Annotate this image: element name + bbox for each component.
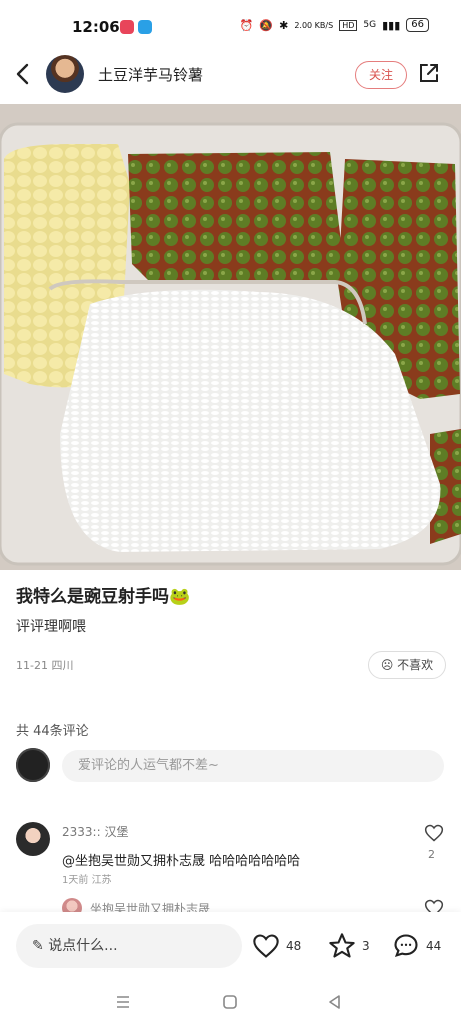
menu-button[interactable] [113, 992, 133, 1012]
dislike-label: 不喜欢 [397, 658, 434, 672]
heart-icon [253, 934, 279, 958]
post-title: 我特么是豌豆射手吗🐸 [16, 587, 191, 607]
post-meta: 11-21 四川 [16, 657, 73, 673]
signal-icon: ▮▮▮ [382, 18, 401, 32]
heart-icon [424, 824, 444, 842]
commenter-avatar[interactable] [16, 822, 50, 856]
author-avatar[interactable] [46, 55, 84, 93]
status-bar: 12:06 ⏰ 🔕 ✱ 2.00 KB/S HD 5G ▮▮▮ 66 [0, 0, 461, 52]
commenter-name[interactable]: 2333:: 汉堡 [62, 823, 128, 840]
comments-button[interactable]: 44 [392, 932, 441, 960]
frown-icon: ☹ [380, 658, 394, 672]
mute-icon: 🔕 [259, 18, 274, 32]
triangle-back-icon [329, 995, 340, 1009]
hd-badge: HD [339, 19, 358, 31]
comment-icon [394, 934, 418, 957]
share-button[interactable] [418, 62, 440, 84]
post-photo[interactable] [0, 104, 461, 570]
net-speed: 2.00 KB/S [294, 20, 334, 30]
bottom-action-bar: ✎ 说点什么... 48 3 44 [0, 912, 461, 982]
dislike-button[interactable]: ☹ 不喜欢 [368, 651, 446, 679]
battery-icon: 66 [406, 18, 429, 32]
comment-time: 1天前 [62, 875, 89, 886]
comment-content: 哈哈哈哈哈哈哈 [209, 854, 301, 869]
message-notification-icon [138, 20, 152, 34]
pencil-icon: ✎ [32, 938, 44, 954]
food-tray-image [0, 104, 461, 570]
like-count: 48 [286, 939, 302, 953]
star-count: 3 [362, 939, 370, 953]
comment-like-count: 2 [428, 848, 435, 861]
app-notification-icon [120, 20, 134, 34]
post-location: 四川 [51, 659, 74, 672]
like-button[interactable]: 48 [252, 932, 301, 960]
follow-button[interactable]: 关注 [355, 61, 407, 89]
home-button[interactable] [220, 992, 240, 1012]
post-body: 评评理啊喂 [16, 619, 86, 635]
comment-total: 44 [426, 939, 442, 953]
nav-back-button[interactable] [325, 992, 345, 1012]
post-header: 土豆洋芋马铃薯 关注 [0, 52, 461, 100]
say-something-input[interactable]: ✎ 说点什么... [16, 924, 242, 968]
my-avatar [16, 748, 50, 782]
share-icon [420, 64, 438, 82]
comment-like-button[interactable] [424, 823, 444, 843]
star-icon [329, 933, 355, 958]
comment-text: @坐抱吴世勋又拥朴志晟 哈哈哈哈哈哈哈 [62, 850, 300, 869]
alarm-icon: ⏰ [239, 18, 254, 32]
comment-input[interactable]: 爱评论的人运气都不差~ [62, 750, 444, 782]
home-icon [223, 995, 237, 1009]
system-nav-bar [0, 982, 461, 1024]
status-time: 12:06 [72, 18, 120, 36]
signal-label: 5G [363, 20, 377, 30]
bluetooth-icon: ✱ [279, 18, 289, 32]
back-button[interactable] [12, 60, 34, 88]
comment-meta: 1天前 江苏 [62, 871, 112, 886]
menu-icon [117, 996, 129, 1008]
post-date: 11-21 [16, 659, 48, 672]
chevron-left-icon [16, 63, 29, 85]
comment-location: 江苏 [91, 875, 112, 886]
say-placeholder: 说点什么... [48, 938, 118, 954]
status-indicators: ⏰ 🔕 ✱ 2.00 KB/S HD 5G ▮▮▮ 66 [240, 18, 429, 32]
comment-count: 共 44条评论 [16, 724, 89, 739]
comment-mention[interactable]: @坐抱吴世勋又拥朴志晟 [62, 854, 205, 869]
star-button[interactable]: 3 [328, 932, 370, 960]
author-name[interactable]: 土豆洋芋马铃薯 [98, 64, 203, 85]
